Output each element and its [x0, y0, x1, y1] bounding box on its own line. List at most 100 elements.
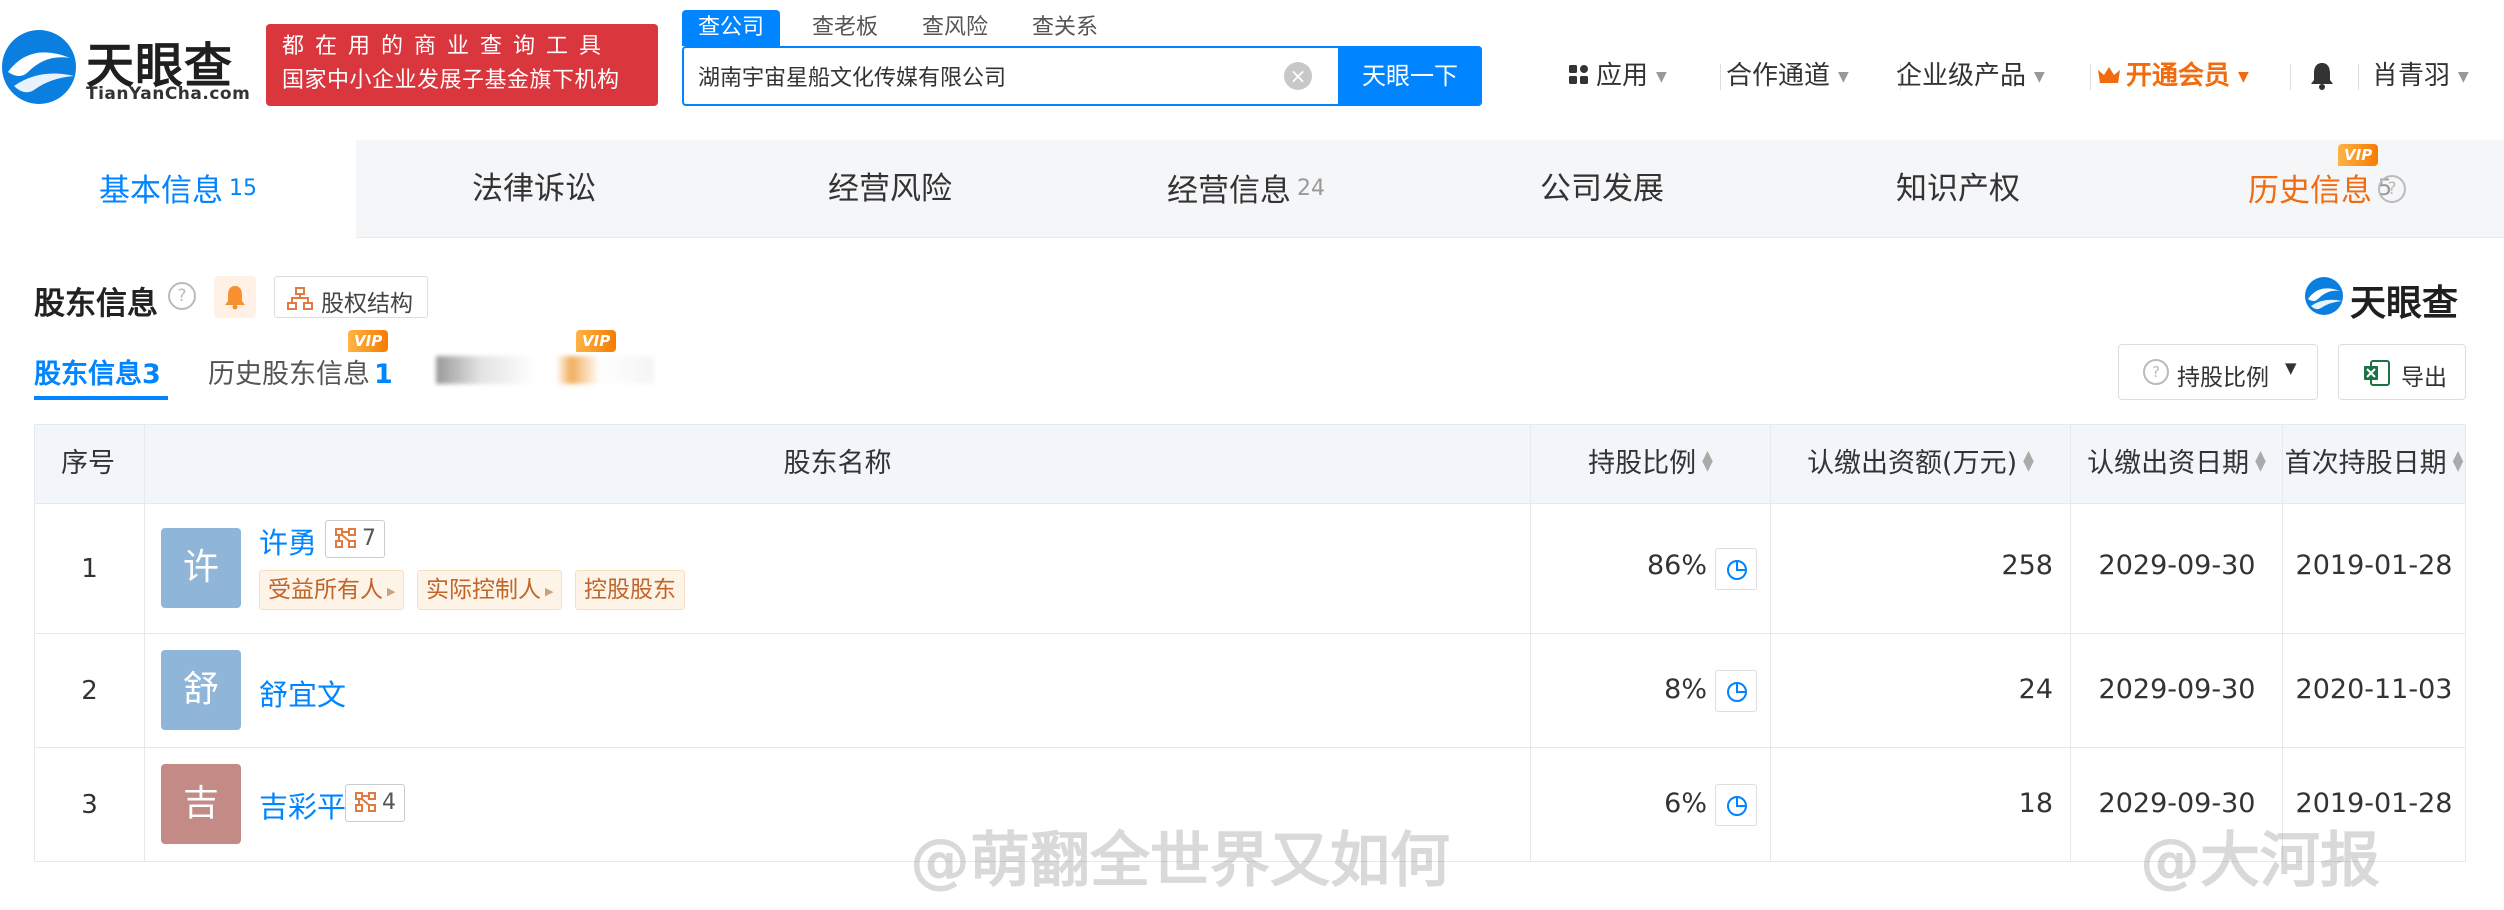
export-button[interactable]: 导出	[2338, 344, 2466, 400]
search-tab-company[interactable]: 查公司	[682, 10, 781, 46]
crown-icon	[2098, 67, 2120, 83]
pie-chart-button[interactable]	[1715, 784, 1757, 826]
slogan-line-1: 都在用的商业查询工具	[282, 34, 613, 59]
relation-count-badge[interactable]: 7	[325, 520, 385, 558]
tab-business-risk[interactable]: 经营风险	[712, 140, 1068, 238]
col-header-label: 首次持股日期	[2284, 448, 2447, 479]
ratio-filter-dropdown[interactable]: ? 持股比例 ▼	[2118, 344, 2318, 400]
logo-domain-text: TianYanCha.com	[86, 84, 251, 104]
col-header-ratio[interactable]: 持股比例 ▲ ▼	[1531, 425, 1771, 503]
tab-label: 经营信息	[1167, 173, 1291, 209]
nav-partner[interactable]: 合作通道 ▼	[1726, 48, 1849, 104]
search-tab-boss[interactable]: 查老板	[812, 10, 878, 46]
pie-chart-button[interactable]	[1715, 670, 1757, 712]
col-header-name: 股东名称	[145, 425, 1531, 503]
section-logo: 天眼查	[2304, 274, 2470, 324]
tab-legal[interactable]: 法律诉讼	[356, 140, 712, 238]
user-menu[interactable]: 肖青羽 ▼	[2372, 48, 2469, 104]
shareholder-name-link[interactable]: 吉彩平	[259, 784, 346, 826]
relation-count: 7	[362, 526, 376, 551]
caret-right-icon: ▶	[387, 585, 396, 598]
shareholder-name-link[interactable]: 许勇	[259, 520, 317, 562]
tag-label: 控股股东	[584, 577, 676, 603]
equity-structure-button[interactable]: 股权结构	[274, 276, 428, 318]
bell-icon	[2311, 63, 2333, 90]
col-header-index: 序号	[35, 425, 145, 503]
sort-icon[interactable]: ▲ ▼	[1702, 449, 1713, 473]
caret-down-icon: ▼	[2458, 68, 2469, 85]
sort-icon[interactable]: ▲ ▼	[2255, 449, 2266, 473]
tab-ip[interactable]: 知识产权	[1780, 140, 2136, 238]
org-chart-icon	[287, 287, 313, 310]
section-title: 股东信息	[34, 286, 158, 322]
main-tabs: 基本信息 15 法律诉讼 经营风险 经营信息 24 公司发展 知识产权 历史信息 5 …	[0, 140, 2504, 238]
sub-date-value: 2029-09-30	[2098, 550, 2256, 581]
tab-label: 公司发展	[1540, 171, 1664, 207]
notification-bell[interactable]	[2308, 48, 2336, 104]
table-row: 1 许 许勇 7 受益所有人 ▶ 实际控制人 ▶ 控股股东 86% 258 2029…	[35, 503, 2465, 633]
pie-chart-icon	[1727, 682, 1747, 702]
clear-icon[interactable]: ×	[1284, 62, 1312, 90]
capital-value: 18	[2018, 788, 2053, 819]
network-icon	[335, 528, 356, 548]
tab-label: 法律诉讼	[472, 171, 596, 207]
nav-vip-label: 开通会员	[2126, 61, 2231, 91]
ratio-value: 8%	[1664, 674, 1707, 705]
col-header-label: 股东名称	[783, 448, 892, 479]
shareholder-name-link[interactable]: 舒宜文	[259, 672, 346, 714]
subtab-count: 1	[374, 359, 393, 390]
nav-enterprise[interactable]: 企业级产品 ▼	[1896, 48, 2045, 104]
tab-label: 知识产权	[1896, 171, 2020, 207]
ratio-value: 86%	[1646, 550, 1707, 581]
slogan-banner: 都在用的商业查询工具 国家中小企业发展子基金旗下机构	[266, 24, 658, 106]
subtab-label: 历史股东信息	[208, 359, 370, 390]
tab-basic-info[interactable]: 基本信息 15	[0, 140, 356, 238]
table-row: 2 舒 舒宜文 8% 24 2029-09-30 2020-11-03	[35, 633, 2465, 747]
tab-label: 经营风险	[828, 171, 952, 207]
nav-divider	[2358, 64, 2359, 90]
tag-beneficial-owner[interactable]: 受益所有人 ▶	[259, 570, 405, 610]
subtab-label: 股东信息	[34, 359, 142, 390]
nav-divider	[1720, 64, 1721, 90]
col-header-capital[interactable]: 认缴出资额(万元) ▲ ▼	[1771, 425, 2071, 503]
row-index: 2	[35, 634, 145, 747]
ratio-value: 6%	[1664, 788, 1707, 819]
relation-count-badge[interactable]: 4	[345, 784, 405, 822]
network-icon	[355, 792, 376, 812]
nav-vip[interactable]: 开通会员 ▼	[2096, 48, 2249, 104]
weibo-watermark: @大河报	[2140, 826, 2380, 896]
site-logo[interactable]: 天眼查 TianYanCha.com	[0, 22, 260, 114]
tag-actual-controller[interactable]: 实际控制人 ▶	[417, 570, 563, 610]
sort-icon[interactable]: ▲ ▼	[2453, 449, 2464, 473]
help-icon[interactable]: ?	[2378, 175, 2406, 203]
blurred-tab-placeholder	[436, 356, 654, 384]
excel-icon	[2364, 360, 2390, 386]
tab-history[interactable]: 历史信息 5 ?	[2136, 140, 2504, 238]
nav-apps[interactable]: 应用 ▼	[1568, 48, 1667, 104]
relation-count: 4	[382, 790, 396, 815]
search-tab-risk[interactable]: 查风险	[922, 10, 988, 46]
tab-business-info[interactable]: 经营信息 24	[1068, 140, 1424, 238]
search-input[interactable]	[698, 56, 1298, 96]
col-header-label: 认缴出资日期	[2087, 448, 2250, 479]
ratio-filter-label: 持股比例	[2177, 365, 2269, 391]
pie-chart-icon	[1727, 796, 1747, 816]
caret-down-icon: ▼	[1656, 68, 1667, 85]
col-header-sub-date[interactable]: 认缴出资日期 ▲ ▼	[2071, 425, 2283, 503]
subtab-history-shareholders[interactable]: 历史股东信息 1	[208, 352, 393, 391]
col-header-first-date[interactable]: 首次持股日期 ▲ ▼	[2283, 425, 2465, 503]
tag-controlling-shareholder: 控股股东	[575, 570, 685, 610]
tab-development[interactable]: 公司发展	[1424, 140, 1780, 238]
monitor-bell-button[interactable]	[214, 276, 256, 318]
caret-down-icon: ▼	[2034, 68, 2045, 85]
col-header-label: 持股比例	[1588, 448, 1697, 479]
help-icon[interactable]: ?	[168, 282, 196, 310]
search-tab-relation[interactable]: 查关系	[1032, 10, 1098, 46]
tag-label: 受益所有人	[268, 577, 383, 603]
nav-partner-label: 合作通道	[1726, 61, 1831, 91]
export-label: 导出	[2401, 365, 2447, 391]
subtab-shareholders[interactable]: 股东信息3	[34, 352, 161, 391]
search-button[interactable]: 天眼一下	[1338, 46, 1482, 106]
pie-chart-button[interactable]	[1715, 548, 1757, 590]
sort-icon[interactable]: ▲ ▼	[2023, 449, 2034, 473]
